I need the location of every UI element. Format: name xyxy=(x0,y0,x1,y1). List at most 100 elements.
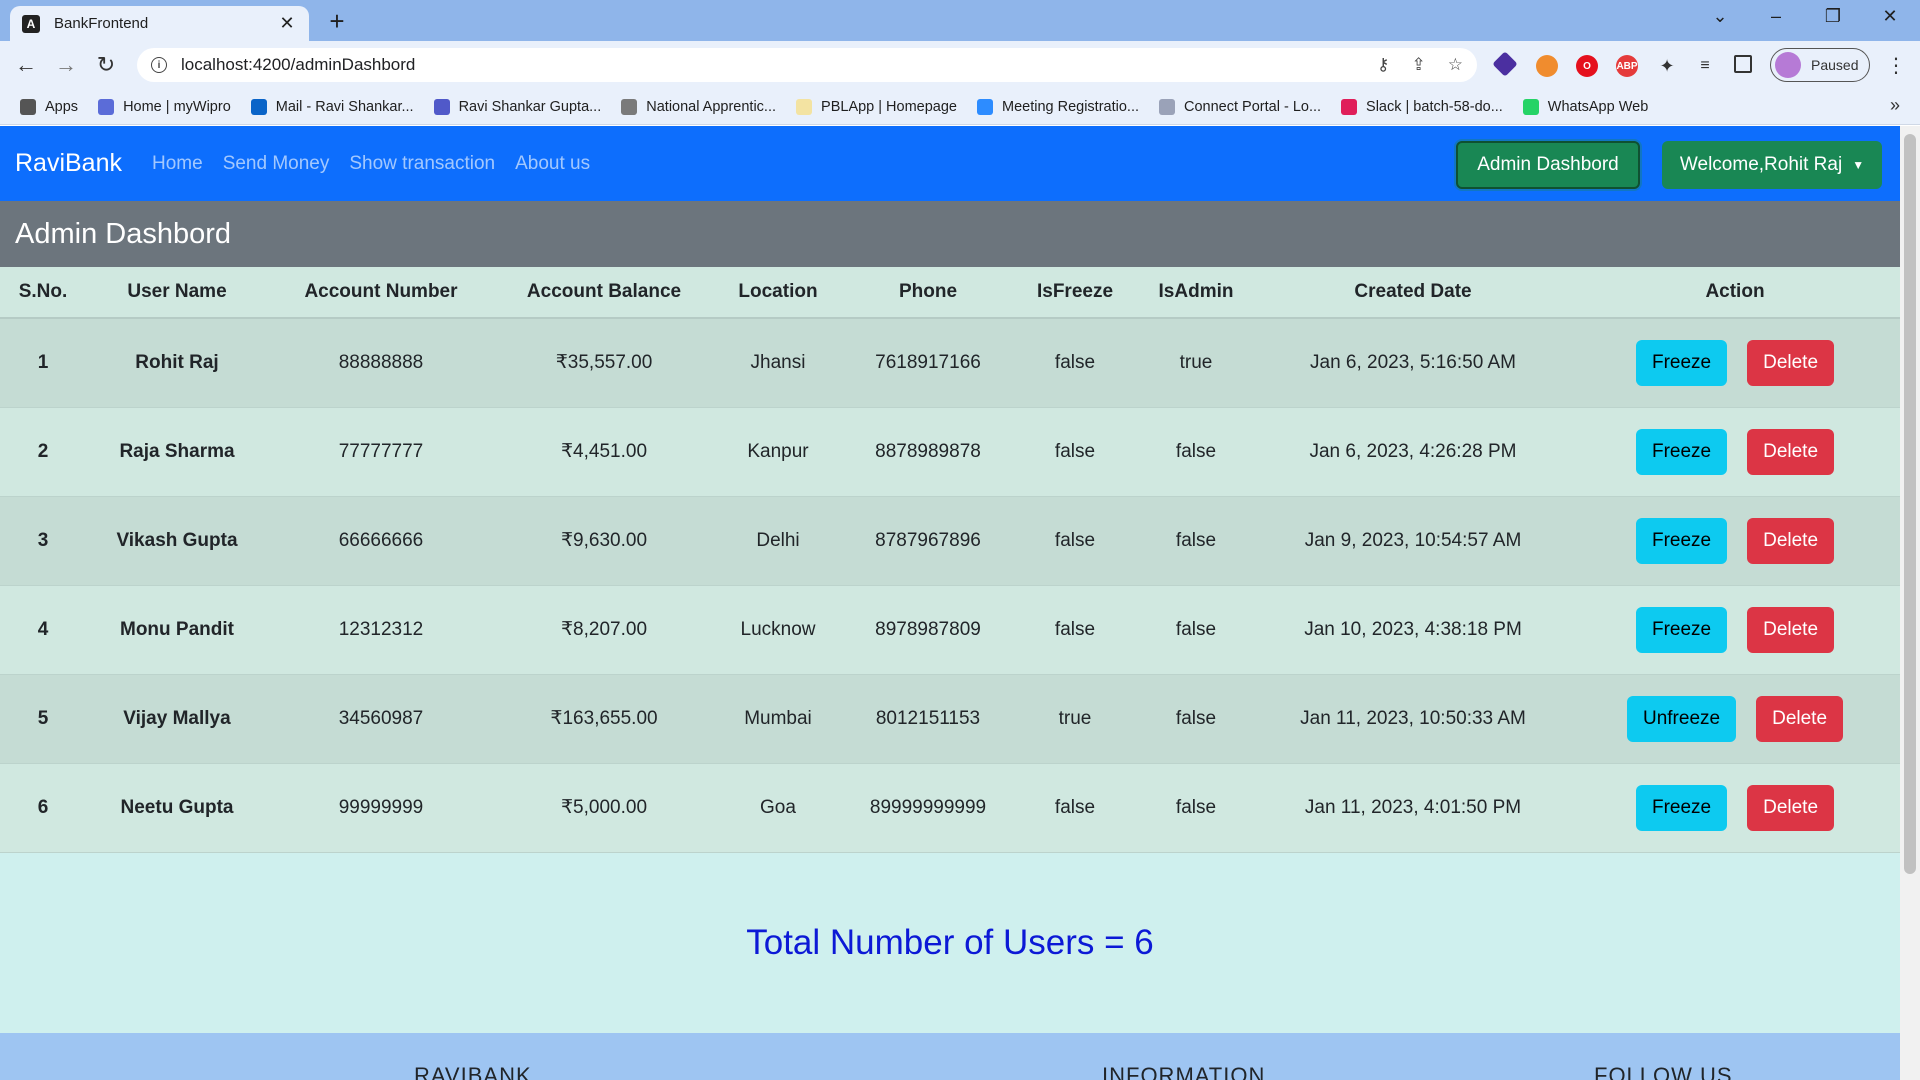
adblock-icon[interactable]: ABP xyxy=(1616,55,1638,77)
reload-icon[interactable]: ↻ xyxy=(92,51,120,79)
total-users-text: Total Number of Users = 6 xyxy=(746,922,1154,962)
bookmarks-bar: Apps Home | myWipro Mail - Ravi Shankar...… xyxy=(0,89,1920,125)
close-tab-icon[interactable]: ✕ xyxy=(277,13,297,34)
cell-is-freeze: true xyxy=(1014,674,1136,764)
cell-phone: 7618917166 xyxy=(842,318,1014,408)
site-info-icon[interactable]: i xyxy=(151,57,167,73)
delete-button[interactable]: Delete xyxy=(1747,517,1835,564)
cell-is-admin: true xyxy=(1136,318,1256,408)
bookmark-item[interactable]: PBLApp | Homepage xyxy=(796,98,957,115)
whatsapp-icon xyxy=(1522,98,1539,115)
delete-button[interactable]: Delete xyxy=(1747,784,1835,831)
user-menu-label: Welcome,Rohit Raj xyxy=(1679,154,1843,175)
bookmark-item[interactable]: Ravi Shankar Gupta... xyxy=(433,98,601,115)
app-navbar: RaviBank Home Send Money Show transactio… xyxy=(0,126,1900,201)
cell-is-admin: false xyxy=(1136,674,1256,764)
new-tab-icon[interactable]: + xyxy=(322,8,352,34)
cell-location: Jhansi xyxy=(714,318,842,408)
nav-send-money[interactable]: Send Money xyxy=(223,153,330,175)
restore-icon[interactable]: ❐ xyxy=(1813,6,1853,27)
table-row: 1 Rohit Raj 88888888 ₹35,557.00 Jhansi 761891… xyxy=(0,318,1900,408)
bookmark-item[interactable]: Slack | batch-58-do... xyxy=(1341,98,1503,115)
page-scrollbar[interactable] xyxy=(1900,126,1920,1080)
cell-location: Goa xyxy=(714,763,842,853)
table-header-row: S.No. User Name Account Number Account B… xyxy=(0,267,1900,319)
extension-pen-icon[interactable] xyxy=(1536,55,1558,77)
close-window-icon[interactable]: ✕ xyxy=(1870,6,1910,27)
caret-down-icon: ▼ xyxy=(1852,158,1865,172)
nav-show-transaction[interactable]: Show transaction xyxy=(349,153,495,175)
cell-is-admin: false xyxy=(1136,585,1256,675)
cell-created-date: Jan 6, 2023, 5:16:50 AM xyxy=(1256,318,1570,408)
bookmark-item[interactable]: Apps xyxy=(20,98,78,115)
footer-heading-follow-us: FOLLOW US xyxy=(1594,1062,1733,1080)
freeze-button[interactable]: Freeze xyxy=(1635,517,1728,564)
table-row: 2 Raja Sharma 77777777 ₹4,451.00 Kanpur 88789… xyxy=(0,407,1900,497)
more-bookmarks-icon[interactable]: » xyxy=(1890,95,1900,116)
freeze-button[interactable]: Freeze xyxy=(1635,784,1728,831)
back-icon[interactable]: ← xyxy=(12,51,40,79)
cell-user-name: Rohit Raj xyxy=(86,318,268,408)
freeze-button[interactable]: Freeze xyxy=(1635,606,1728,653)
share-icon[interactable]: ⇪ xyxy=(1412,55,1426,75)
tab-search-chevron-icon[interactable]: ⌄ xyxy=(1700,6,1740,27)
browser-tab[interactable]: A BankFrontend ✕ xyxy=(10,6,309,41)
delete-button[interactable]: Delete xyxy=(1747,339,1835,386)
scrollbar-thumb[interactable] xyxy=(1904,134,1916,874)
cell-account-number: 34560987 xyxy=(268,674,494,764)
cell-location: Lucknow xyxy=(714,585,842,675)
cell-phone: 8878989878 xyxy=(842,407,1014,497)
unfreeze-button[interactable]: Unfreeze xyxy=(1626,695,1737,742)
bookmark-label: Meeting Registratio... xyxy=(1002,98,1140,115)
delete-button[interactable]: Delete xyxy=(1756,695,1844,742)
cell-phone: 89999999999 xyxy=(842,763,1014,853)
cell-created-date: Jan 6, 2023, 4:26:28 PM xyxy=(1256,407,1570,497)
nav-about-us[interactable]: About us xyxy=(515,153,590,175)
freeze-button[interactable]: Freeze xyxy=(1635,428,1728,475)
extensions-puzzle-icon[interactable]: ✦ xyxy=(1656,55,1678,77)
bookmark-item[interactable]: WhatsApp Web xyxy=(1522,98,1648,115)
extension-diamond-icon[interactable] xyxy=(1492,51,1518,77)
cell-sno: 4 xyxy=(0,585,86,675)
bookmark-item[interactable]: National Apprentic... xyxy=(621,98,776,115)
browser-toolbar: ← → ↻ i localhost:4200/adminDashbord ⚷ ⇪… xyxy=(0,41,1920,89)
admin-dashboard-button[interactable]: Admin Dashbord xyxy=(1456,141,1640,189)
browser-menu-icon[interactable]: ⋮ xyxy=(1886,53,1906,78)
media-queue-icon[interactable]: ≡ xyxy=(1694,55,1716,77)
wipro-icon xyxy=(1159,98,1176,115)
cell-is-freeze: false xyxy=(1014,496,1136,586)
bookmark-item[interactable]: Home | myWipro xyxy=(98,98,231,115)
cell-created-date: Jan 10, 2023, 4:38:18 PM xyxy=(1256,585,1570,675)
profile-button[interactable]: Paused xyxy=(1770,48,1870,82)
cell-location: Kanpur xyxy=(714,407,842,497)
address-bar[interactable]: i localhost:4200/adminDashbord ⚷ ⇪ ☆ xyxy=(137,48,1477,82)
forward-icon[interactable]: → xyxy=(52,51,80,79)
column-header-created-date: Created Date xyxy=(1256,267,1570,319)
key-icon[interactable]: ⚷ xyxy=(1377,55,1389,75)
table-row: 3 Vikash Gupta 66666666 ₹9,630.00 Delhi 87879… xyxy=(0,496,1900,586)
bookmark-item[interactable]: Mail - Ravi Shankar... xyxy=(250,98,414,115)
minimize-icon[interactable]: – xyxy=(1756,6,1796,27)
cell-is-freeze: false xyxy=(1014,318,1136,408)
footer-heading-ravibank: RAVIBANK xyxy=(414,1062,532,1080)
nav-home[interactable]: Home xyxy=(152,153,203,175)
dashboard-header: Admin Dashbord xyxy=(0,201,1900,267)
delete-button[interactable]: Delete xyxy=(1747,606,1835,653)
bookmark-star-icon[interactable]: ☆ xyxy=(1448,55,1463,75)
cell-action: Freeze Delete xyxy=(1570,763,1900,853)
freeze-button[interactable]: Freeze xyxy=(1635,339,1728,386)
profile-avatar xyxy=(1775,52,1801,78)
side-panel-icon[interactable] xyxy=(1734,55,1752,73)
browser-tabstrip: A BankFrontend ✕ + ⌄ – ❐ ✕ xyxy=(0,0,1920,41)
user-menu-button[interactable]: Welcome,Rohit Raj ▼ xyxy=(1662,141,1882,189)
brand-logo[interactable]: RaviBank xyxy=(15,149,122,178)
bookmark-item[interactable]: Meeting Registratio... xyxy=(977,98,1140,115)
apps-grid-icon xyxy=(20,98,36,115)
cell-created-date: Jan 11, 2023, 10:50:33 AM xyxy=(1256,674,1570,764)
bookmark-item[interactable]: Connect Portal - Lo... xyxy=(1159,98,1321,115)
cell-phone: 8012151153 xyxy=(842,674,1014,764)
delete-button[interactable]: Delete xyxy=(1747,428,1835,475)
bookmark-label: Home | myWipro xyxy=(123,98,231,115)
opera-extension-icon[interactable]: O xyxy=(1576,55,1598,77)
wipro-icon xyxy=(98,98,115,115)
